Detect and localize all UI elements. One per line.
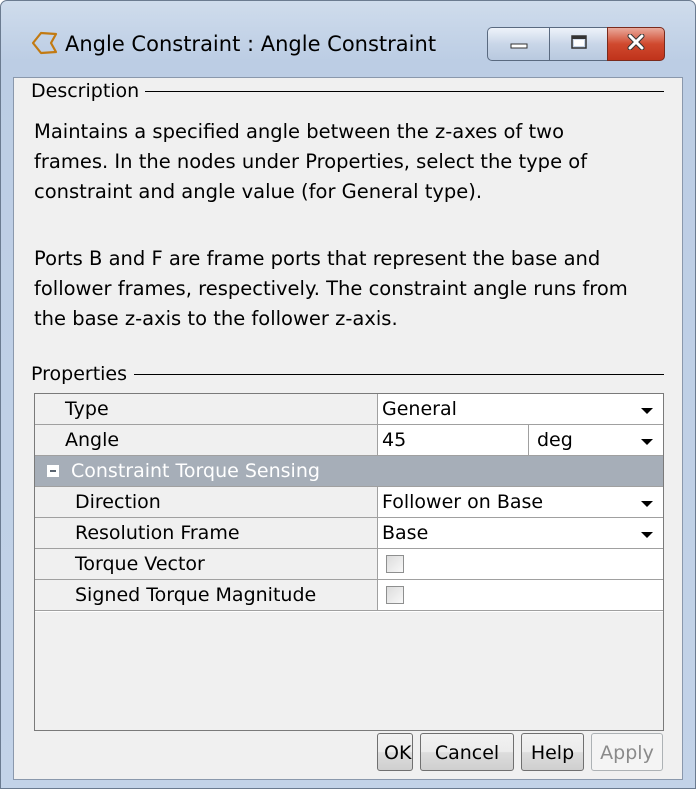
- description-line: the base z-axis to the follower z-axis.: [34, 307, 398, 330]
- property-name: Type: [35, 394, 378, 424]
- caption-buttons: [487, 27, 665, 63]
- property-row-angle: Angle 45 deg: [35, 425, 663, 456]
- maximize-button[interactable]: [549, 27, 607, 61]
- description-divider: [144, 91, 664, 92]
- property-row-signed-torque-magnitude: Signed Torque Magnitude: [35, 580, 663, 611]
- description-line: Ports B and F are frame ports that repre…: [34, 247, 601, 270]
- angle-unit-value: deg: [537, 429, 573, 451]
- type-value: General: [382, 398, 457, 420]
- description-paragraph-1: Maintains a specified angle between the …: [34, 117, 664, 207]
- section-constraint-torque-sensing[interactable]: Constraint Torque Sensing: [35, 456, 663, 487]
- type-select[interactable]: General: [378, 394, 663, 424]
- description-line: Maintains a specified angle between the …: [34, 120, 565, 143]
- section-label: Constraint Torque Sensing: [71, 460, 320, 482]
- help-button[interactable]: Help: [521, 733, 584, 771]
- description-line: constraint and angle value (for General …: [34, 180, 483, 203]
- property-row-direction: Direction Follower on Base: [35, 487, 663, 518]
- title-bar[interactable]: Angle Constraint : Angle Constraint: [1, 1, 695, 77]
- chevron-down-icon[interactable]: [641, 408, 653, 414]
- property-name: Angle: [35, 425, 378, 455]
- resolution-frame-value: Base: [382, 522, 429, 544]
- description-paragraph-2: Ports B and F are frame ports that repre…: [34, 244, 664, 334]
- angle-value: 45: [382, 429, 407, 451]
- direction-select[interactable]: Follower on Base: [378, 487, 663, 517]
- property-grid: Type General Angle 45 deg Constraint Tor…: [34, 393, 664, 731]
- property-grid-empty-area: [35, 612, 663, 730]
- resolution-frame-select[interactable]: Base: [378, 518, 663, 548]
- property-row-torque-vector: Torque Vector: [35, 549, 663, 580]
- torque-vector-cell: [378, 549, 663, 579]
- properties-divider: [134, 374, 664, 375]
- property-name: Torque Vector: [35, 549, 378, 579]
- minimize-button[interactable]: [487, 27, 549, 61]
- angle-unit-select[interactable]: deg: [528, 425, 663, 455]
- block-icon: [29, 29, 61, 57]
- description-group-label: Description: [31, 80, 146, 102]
- window-title: Angle Constraint : Angle Constraint: [65, 32, 437, 56]
- properties-group-label: Properties: [31, 363, 134, 385]
- ok-button[interactable]: OK: [377, 733, 413, 771]
- torque-vector-checkbox[interactable]: [386, 555, 404, 573]
- description-line: follower frames, respectively. The const…: [34, 277, 628, 300]
- chevron-down-icon[interactable]: [641, 532, 653, 538]
- description-line: frames. In the nodes under Properties, s…: [34, 150, 588, 173]
- cancel-button[interactable]: Cancel: [420, 733, 514, 771]
- collapse-icon[interactable]: [47, 465, 59, 477]
- signed-torque-magnitude-cell: [378, 580, 663, 610]
- close-button[interactable]: [607, 27, 665, 61]
- signed-torque-magnitude-checkbox[interactable]: [386, 586, 404, 604]
- maximize-icon: [570, 34, 588, 54]
- dialog-window: Angle Constraint : Angle Constraint Desc: [0, 0, 696, 789]
- minimize-icon: [509, 35, 529, 54]
- property-name: Signed Torque Magnitude: [35, 580, 378, 610]
- property-name: Resolution Frame: [35, 518, 378, 548]
- chevron-down-icon[interactable]: [641, 439, 653, 445]
- dialog-body: Description Maintains a specified angle …: [13, 77, 683, 780]
- direction-value: Follower on Base: [382, 491, 544, 513]
- close-icon: [627, 33, 645, 54]
- property-name: Direction: [35, 487, 378, 517]
- property-row-resolution-frame: Resolution Frame Base: [35, 518, 663, 549]
- apply-button[interactable]: Apply: [591, 733, 663, 771]
- property-row-type: Type General: [35, 394, 663, 425]
- chevron-down-icon[interactable]: [641, 501, 653, 507]
